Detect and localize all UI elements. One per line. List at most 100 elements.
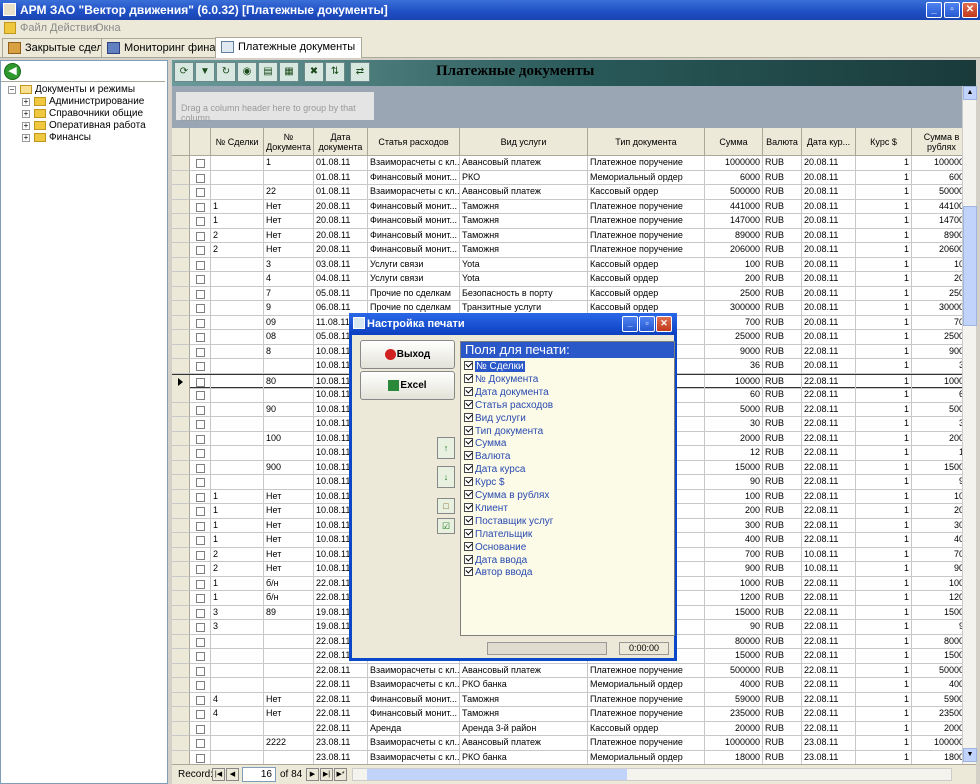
table-cell[interactable]: 15000 [705,605,763,620]
table-cell[interactable]: 2 [211,228,264,243]
move-up-button[interactable]: ↑ [437,437,455,459]
table-cell[interactable]: 80000 [705,634,763,649]
table-cell[interactable]: 20.08.11 [802,243,856,258]
table-cell[interactable]: 700 [705,547,763,562]
table-cell[interactable]: Финансовый монит... [368,707,460,722]
table-cell[interactable]: 1 [856,475,912,490]
row-checkbox[interactable] [196,217,205,226]
table-cell[interactable]: 15000 [912,606,962,620]
table-cell[interactable] [211,649,264,664]
reload-icon[interactable]: ↻ [216,62,236,82]
dialog-minimize-button[interactable]: _ [622,316,638,332]
table-cell[interactable]: Аренда 3-й район [460,721,588,736]
print-field-item[interactable]: Вид услуги [464,412,526,426]
table-cell[interactable]: Нет [264,243,314,258]
table-cell[interactable]: 1 [856,576,912,591]
table-cell[interactable] [211,663,264,678]
table-cell[interactable]: 2000 [705,431,763,446]
row-checkbox[interactable] [196,362,205,371]
table-cell[interactable] [264,649,314,664]
table-cell[interactable]: Взаиморасчеты с кл... [368,736,460,751]
table-cell[interactable]: 1 [856,170,912,185]
table-cell[interactable] [264,446,314,461]
table-cell[interactable]: 1 [856,504,912,519]
table-cell[interactable]: 20.08.11 [802,315,856,330]
row-selector[interactable] [172,663,190,678]
table-cell[interactable] [264,170,314,185]
tree-item-finance[interactable]: + Финансы [1,132,165,144]
table-cell[interactable]: Платежное поручение [588,243,705,258]
row-selector[interactable] [172,185,190,200]
table-cell[interactable]: Взаиморасчеты с кл... [368,185,460,200]
table-cell[interactable]: 6000 [705,170,763,185]
table-cell[interactable]: 22.08.11 [802,504,856,519]
tree-root[interactable]: − Документы и режимы [1,84,165,96]
table-row[interactable]: 2222 23.08.11 Взаиморасчеты с кл... Авансов… [172,736,962,751]
row-checkbox[interactable] [196,260,205,270]
table-cell[interactable]: 20.08.11 [802,286,856,301]
table-cell[interactable]: 20.08.11 [802,156,856,171]
row-selector[interactable] [172,330,190,345]
row-checkbox[interactable] [196,434,205,444]
table-cell[interactable]: RUB [763,721,802,736]
table-cell[interactable]: Нет [264,228,314,243]
table-cell[interactable]: 22.08.11 [802,446,856,461]
header-row-selector[interactable] [172,128,190,156]
checkbox-checked-icon[interactable] [464,399,473,409]
table-cell[interactable]: RUB [763,547,802,562]
table-cell[interactable]: 23.08.11 [314,750,368,764]
row-selector[interactable] [172,446,190,461]
row-selector[interactable] [172,257,190,272]
row-checkbox[interactable] [196,623,205,632]
table-cell[interactable]: 22.08.11 [802,344,856,359]
last-record-icon[interactable]: ▶| [320,768,333,781]
uncheck-all-button[interactable]: □ [437,498,455,514]
table-cell[interactable]: RUB [763,301,802,316]
row-checkbox[interactable] [196,710,205,719]
table-cell[interactable]: 89000 [912,229,962,243]
table-cell[interactable]: RUB [763,272,802,287]
table-cell[interactable]: 1 [856,315,912,330]
table-cell[interactable]: 1 [856,533,912,548]
table-cell[interactable]: 20.08.11 [314,243,368,258]
table-cell[interactable]: RUB [763,489,802,504]
table-cell[interactable]: Кассовый ордер [588,257,705,272]
scroll-thumb[interactable] [963,206,977,326]
row-selector[interactable] [172,489,190,504]
table-cell[interactable]: 10.08.11 [802,547,856,562]
print-field-item[interactable]: Автор ввода [464,567,532,580]
table-cell[interactable]: 22.08.11 [802,431,856,446]
table-cell[interactable]: 20.08.11 [802,257,856,272]
table-cell[interactable]: 23.08.11 [314,736,368,751]
table-cell[interactable]: 22.08.11 [802,489,856,504]
column-header[interactable]: Дата документа [314,128,368,156]
checkbox-checked-icon[interactable] [464,515,473,525]
table-cell[interactable] [211,315,264,330]
table-cell[interactable]: 1000000 [912,156,962,171]
table-cell[interactable] [211,286,264,301]
table-cell[interactable]: RUB [763,533,802,548]
table-cell[interactable]: Финансовый монит... [368,243,460,258]
exit-button[interactable]: Выход [360,340,455,369]
table-cell[interactable]: 9000 [705,344,763,359]
table-cell[interactable]: 1 [856,518,912,533]
column-header[interactable] [190,128,211,156]
table-cell[interactable]: RUB [763,750,802,764]
table-cell[interactable]: 18000 [705,750,763,764]
table-row[interactable]: 01.08.11 Финансовый монит... РКО Мемориальн… [172,170,962,185]
table-cell[interactable]: Платежное поручение [588,736,705,751]
row-checkbox[interactable] [196,231,205,241]
table-cell[interactable]: 1 [856,446,912,461]
table-cell[interactable]: Мемориальный ордер [588,678,705,693]
table-cell[interactable]: Нет [264,692,314,707]
checkbox-checked-icon[interactable] [464,361,473,370]
table-cell[interactable]: Взаиморасчеты с кл... [368,678,460,693]
menu-file[interactable]: Файл [20,22,47,34]
table-cell[interactable]: 1000 [912,577,962,591]
table-cell[interactable]: 2000 [912,432,962,446]
table-cell[interactable]: 1 [856,750,912,764]
table-cell[interactable]: 1 [856,286,912,301]
table-cell[interactable]: 22.08.11 [802,576,856,591]
filter-icon[interactable]: ▼ [195,62,215,82]
table-cell[interactable]: RUB [763,257,802,272]
